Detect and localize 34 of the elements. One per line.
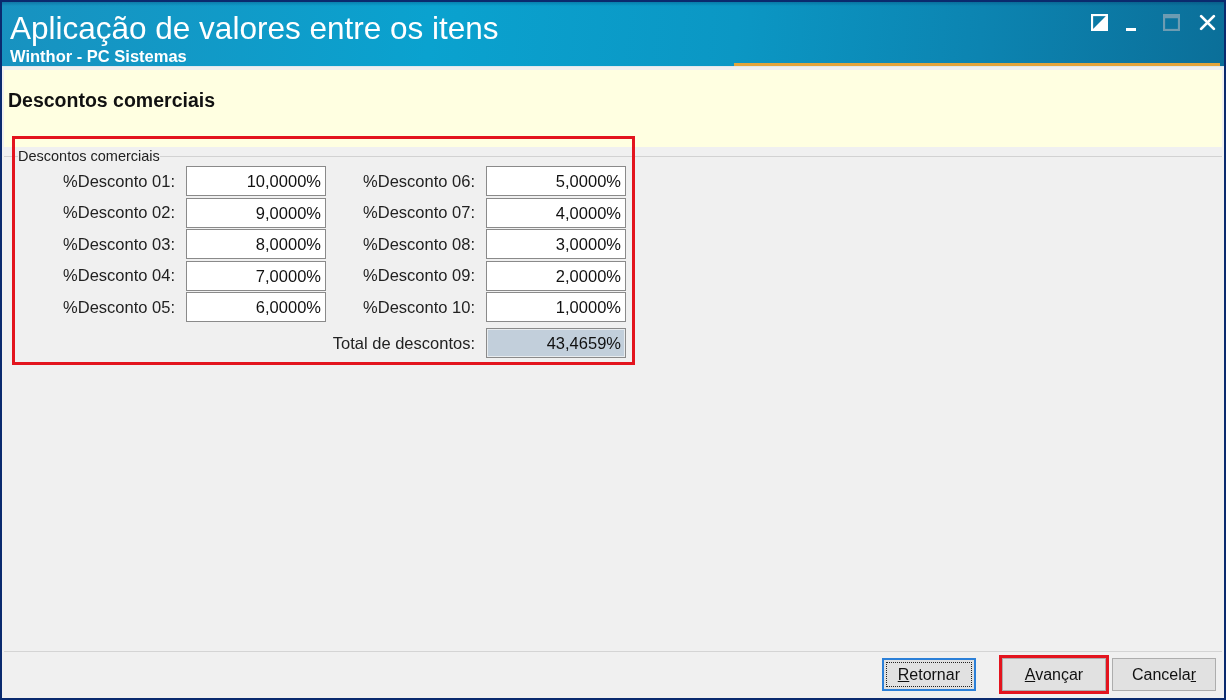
- field-label: %Desconto 01:: [63, 171, 175, 191]
- contrast-button[interactable]: [1088, 11, 1110, 33]
- field-label: %Desconto 09:: [363, 266, 475, 285]
- window-title: Aplicação de valores entre os itens: [10, 10, 499, 46]
- field-label: %Desconto 03:: [63, 234, 175, 254]
- dialog-button[interactable]: Avançar: [1002, 658, 1106, 691]
- discount-field[interactable]: 10,0000%: [186, 166, 326, 196]
- discount-field[interactable]: 6,0000%: [186, 292, 326, 322]
- close-icon: [1198, 13, 1216, 31]
- total-field: 43,4659%: [486, 328, 626, 358]
- field-label: %Desconto 08:: [363, 234, 475, 254]
- contrast-icon: [1090, 13, 1108, 31]
- discount-field[interactable]: 7,0000%: [186, 260, 326, 291]
- discount-field[interactable]: 5,0000%: [486, 166, 626, 196]
- discount-field[interactable]: 2,0000%: [486, 260, 626, 291]
- field-label: %Desconto 07:: [363, 203, 475, 222]
- minimize-icon: [1126, 27, 1136, 31]
- field-label: %Desconto 06:: [363, 171, 475, 191]
- section-title: Descontos comerciais: [8, 89, 215, 111]
- field-label: %Desconto 10:: [363, 297, 475, 317]
- field-label: %Desconto 02:: [63, 203, 175, 222]
- field-label: %Desconto 04:: [63, 266, 175, 285]
- discount-field[interactable]: 8,0000%: [186, 229, 326, 259]
- dialog-button[interactable]: Cancelar: [1112, 658, 1216, 691]
- discount-field[interactable]: 1,0000%: [486, 292, 626, 322]
- discount-field[interactable]: 4,0000%: [486, 197, 626, 228]
- maximize-icon: [1162, 13, 1180, 31]
- field-label: %Desconto 05:: [63, 297, 175, 317]
- discount-field[interactable]: 9,0000%: [186, 197, 326, 228]
- group-legend: Descontos comerciais: [18, 148, 160, 164]
- window-subtitle: Winthor - PC Sistemas: [10, 47, 188, 66]
- dialog-button[interactable]: Retornar: [881, 658, 976, 691]
- discount-field[interactable]: 3,0000%: [486, 229, 626, 259]
- total-label: Total de descontos:: [332, 333, 475, 353]
